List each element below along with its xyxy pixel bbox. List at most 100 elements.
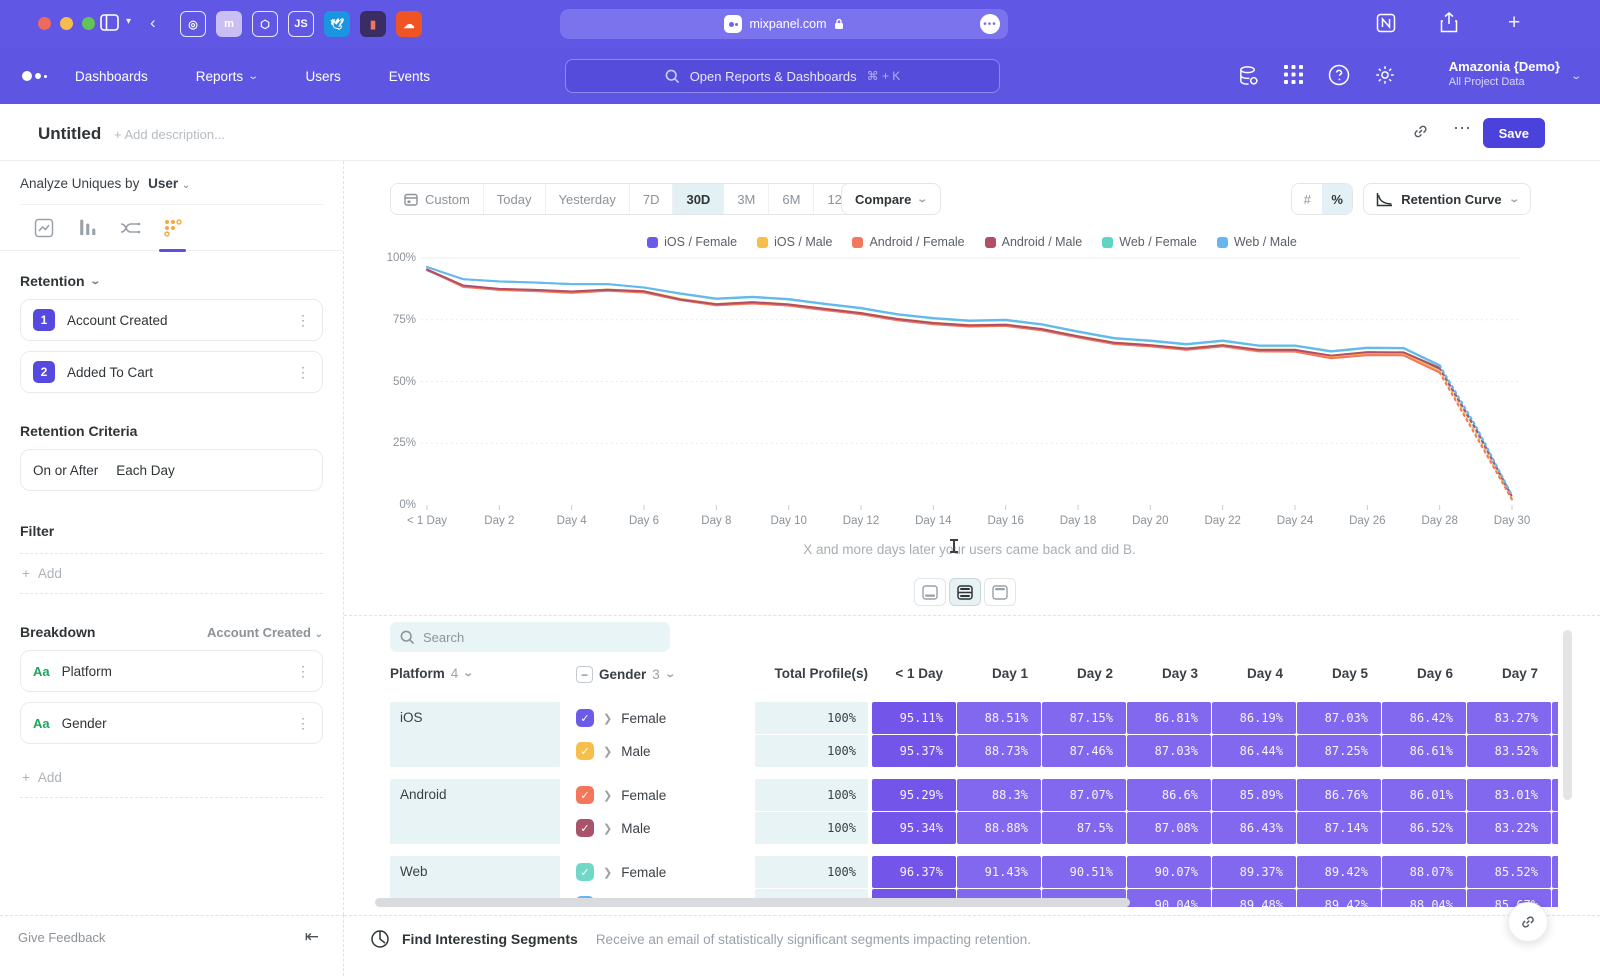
retention-value-cell[interactable]: 83.22%	[1467, 812, 1551, 844]
column-day[interactable]: < 1 Day	[872, 666, 943, 681]
range-6m[interactable]: 6M	[769, 183, 814, 215]
retention-value-cell[interactable]: 88.3%	[957, 779, 1041, 811]
retention-value-cell[interactable]: 87.5%	[1042, 812, 1126, 844]
range-3m[interactable]: 3M	[724, 183, 769, 215]
percentage-values-toggle[interactable]: %	[1322, 184, 1352, 214]
range-7d[interactable]: 7D	[630, 183, 674, 215]
retention-step-a[interactable]: 1 Account Created ⋮	[20, 299, 323, 341]
retention-value-cell[interactable]: 95.29%	[872, 779, 956, 811]
retention-value-cell[interactable]: 86.01%	[1382, 779, 1466, 811]
retention-value-cell[interactable]: 89.48%	[1212, 889, 1296, 907]
more-options-button[interactable]: ⋯	[1453, 118, 1472, 139]
chart-type-dropdown[interactable]: Retention Curve ⌄	[1363, 183, 1531, 215]
analyze-value-dropdown[interactable]: User	[148, 176, 178, 191]
nav-link-users[interactable]: Users	[305, 69, 340, 84]
retention-value-cell[interactable]: 90.51%	[1042, 856, 1126, 888]
tab-funnels[interactable]	[65, 205, 108, 251]
tab-flows[interactable]	[108, 205, 151, 251]
retention-value-cell[interactable]: 87.14%	[1297, 812, 1381, 844]
site-options-button[interactable]: •••	[980, 14, 1000, 34]
retention-value-cell[interactable]: 88.51%	[957, 702, 1041, 734]
criteria-prefix[interactable]: On or After	[33, 463, 98, 478]
horizontal-scrollbar[interactable]	[375, 898, 1130, 907]
table-search-input[interactable]: Search	[390, 622, 670, 652]
retention-value-cell[interactable]: 86.52%	[1382, 812, 1466, 844]
retention-step-b[interactable]: 2 Added To Cart ⋮	[20, 351, 323, 393]
retention-value-cell[interactable]: 88.07%	[1382, 856, 1466, 888]
retention-value-cell[interactable]: 91.43%	[957, 856, 1041, 888]
retention-line-chart[interactable]	[344, 250, 1600, 550]
nav-link-dashboards[interactable]: Dashboards	[75, 69, 148, 84]
series-checkbox[interactable]: ✓	[576, 786, 594, 804]
help-icon[interactable]	[1328, 64, 1350, 86]
global-search-button[interactable]: Open Reports & Dashboards ⌘ + K	[565, 59, 1000, 93]
breakdown-item-platform[interactable]: Aa Platform ⋮	[20, 650, 323, 692]
nav-link-reports[interactable]: Reports⌄	[196, 69, 258, 84]
retention-value-cell[interactable]: 86.6%	[1127, 779, 1211, 811]
address-bar[interactable]: mixpanel.com •••	[560, 9, 1008, 39]
target-extension-icon[interactable]: ◎	[180, 11, 206, 37]
kebab-menu-icon[interactable]: ⋮	[296, 715, 310, 732]
legend-item[interactable]: Android / Female	[852, 235, 964, 249]
kebab-menu-icon[interactable]: ⋮	[296, 663, 310, 680]
tab-insights[interactable]	[22, 205, 65, 251]
retention-section-header[interactable]: Retention ⌄	[20, 273, 323, 289]
retention-value-cell[interactable]: 88.73%	[957, 735, 1041, 767]
retention-value-cell[interactable]: 87.03%	[1297, 702, 1381, 734]
retention-value-cell[interactable]: 86.61%	[1382, 735, 1466, 767]
expand-row-icon[interactable]: ❯	[603, 789, 612, 802]
retention-value-cell[interactable]: 95.37%	[872, 735, 956, 767]
notion-icon[interactable]	[1376, 13, 1396, 33]
settings-gear-icon[interactable]	[1374, 64, 1396, 86]
range-custom[interactable]: Custom	[391, 183, 484, 215]
retention-value-cell[interactable]: 87.25%	[1297, 735, 1381, 767]
column-day[interactable]: Day 6	[1382, 666, 1453, 681]
column-day[interactable]: Day 4	[1212, 666, 1283, 681]
expand-row-icon[interactable]: ❯	[603, 822, 612, 835]
data-management-icon[interactable]	[1237, 64, 1260, 87]
series-checkbox[interactable]: ✓	[576, 819, 594, 837]
range-30d[interactable]: 30D	[673, 183, 724, 215]
save-button[interactable]: Save	[1483, 118, 1545, 148]
tabs-chevron-icon[interactable]: ▾	[126, 16, 131, 27]
retention-value-cell[interactable]: 86.42%	[1382, 702, 1466, 734]
legend-item[interactable]: Web / Female	[1102, 235, 1197, 249]
breakdown-item-gender[interactable]: Aa Gender ⋮	[20, 702, 323, 744]
retention-value-cell[interactable]: 89.37%	[1212, 856, 1296, 888]
retention-value-cell[interactable]: 87.15%	[1042, 702, 1126, 734]
column-platform[interactable]: Platform 4 ⌄	[390, 666, 473, 681]
retention-value-cell[interactable]: 87.46%	[1042, 735, 1126, 767]
breakdown-add-button[interactable]: + Add	[20, 758, 323, 798]
tab-retention[interactable]	[151, 205, 194, 251]
retention-value-cell[interactable]: 88.04%	[1382, 889, 1466, 907]
cube-extension-icon[interactable]: ⬡	[252, 11, 278, 37]
expand-row-icon[interactable]: ❯	[603, 866, 612, 879]
collapse-sidebar-icon[interactable]: ⇤	[305, 927, 319, 947]
absolute-values-toggle[interactable]: #	[1292, 184, 1322, 214]
gender-select-all-checkbox[interactable]: −	[576, 666, 593, 683]
report-title[interactable]: Untitled	[38, 124, 101, 144]
kebab-menu-icon[interactable]: ⋮	[296, 364, 310, 381]
layout-split-button[interactable]	[949, 578, 981, 606]
bird-extension-icon[interactable]: 🕊	[324, 11, 350, 37]
retention-value-cell[interactable]: 86.43%	[1212, 812, 1296, 844]
column-day[interactable]: Day 7	[1467, 666, 1538, 681]
column-gender[interactable]: − Gender 3 ⌄	[576, 666, 674, 683]
retention-value-cell[interactable]: 87.07%	[1042, 779, 1126, 811]
breakdown-scope-dropdown[interactable]: Account Created ⌄	[207, 625, 323, 640]
retention-value-cell[interactable]: 96.37%	[872, 856, 956, 888]
project-switcher[interactable]: Amazonia {Demo} All Project Data ⌄	[1449, 59, 1560, 88]
legend-item[interactable]: Android / Male	[985, 235, 1083, 249]
series-checkbox[interactable]: ✓	[576, 709, 594, 727]
vertical-scrollbar[interactable]	[1563, 630, 1572, 800]
layout-chart-only-button[interactable]	[914, 578, 946, 606]
retention-criteria-card[interactable]: On or After Each Day	[20, 449, 323, 491]
find-segments-button[interactable]: Find Interesting Segments	[402, 931, 578, 947]
expand-row-icon[interactable]: ❯	[603, 712, 612, 725]
mixpanel-logo[interactable]	[22, 71, 47, 81]
column-day[interactable]: Day 3	[1127, 666, 1198, 681]
give-feedback-link[interactable]: Give Feedback	[18, 930, 105, 945]
filter-add-button[interactable]: + Add	[20, 553, 323, 594]
range-yesterday[interactable]: Yesterday	[546, 183, 630, 215]
criteria-value[interactable]: Each Day	[116, 463, 175, 478]
